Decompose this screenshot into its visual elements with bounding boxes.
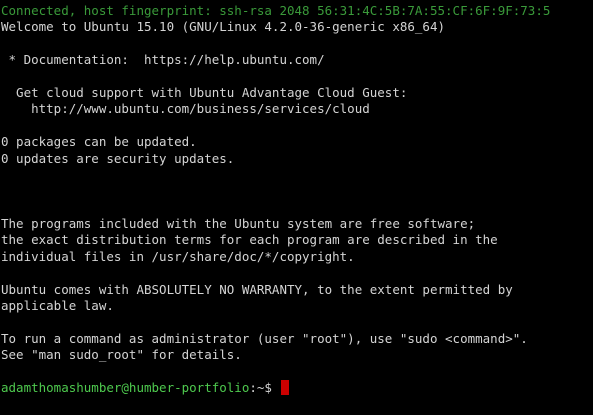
license-line: the exact distribution terms for each pr…: [1, 232, 498, 248]
sudo-hint-line: To run a command as administrator (user …: [1, 330, 528, 346]
license-line: The programs included with the Ubuntu sy…: [1, 216, 476, 232]
terminal-window[interactable]: Connected, host fingerprint: ssh-rsa 204…: [0, 0, 593, 415]
documentation-line: * Documentation: https://help.ubuntu.com…: [1, 52, 325, 68]
sudo-hint-line: See "man sudo_root" for details.: [1, 347, 242, 363]
cloud-support-line: Get cloud support with Ubuntu Advantage …: [1, 84, 408, 100]
warranty-line: applicable law.: [1, 298, 114, 314]
license-line: individual files in /usr/share/doc/*/cop…: [1, 248, 355, 264]
text-cursor[interactable]: [281, 379, 290, 395]
warranty-line: Ubuntu comes with ABSOLUTELY NO WARRANTY…: [1, 281, 513, 297]
connection-status-line: Connected, host fingerprint: ssh-rsa 204…: [1, 3, 551, 18]
packages-line: 0 packages can be updated.: [1, 134, 197, 150]
welcome-line: Welcome to Ubuntu 15.10 (GNU/Linux 4.2.0…: [1, 19, 446, 35]
command-prompt[interactable]: adamthomashumber@humber-portfolio:~$: [1, 379, 593, 396]
security-updates-line: 0 updates are security updates.: [1, 150, 235, 166]
cloud-url-line: http://www.ubuntu.com/business/services/…: [1, 101, 370, 117]
prompt-user-host: adamthomashumber@humber-portfolio: [1, 379, 250, 395]
prompt-path: :~$: [249, 379, 280, 395]
